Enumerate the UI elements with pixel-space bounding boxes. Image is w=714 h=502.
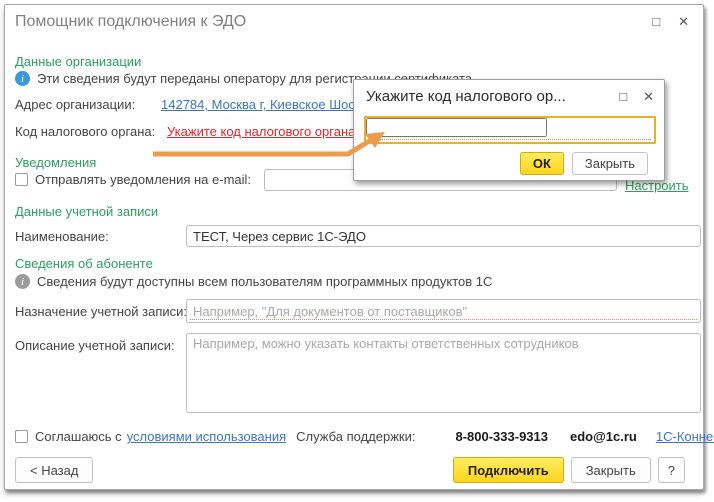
name-field-wrap [186, 225, 701, 247]
required-field-marker [369, 139, 651, 140]
back-button[interactable]: < Назад [15, 457, 93, 483]
popup-ok-button[interactable]: ОК [520, 152, 564, 175]
support-phone: 8-800-333-9313 [455, 429, 548, 444]
connect-button[interactable]: Подключить [453, 457, 564, 483]
popup-close-button[interactable]: Закрыть [572, 152, 648, 175]
description-field-wrap [186, 333, 701, 413]
close-icon[interactable]: ✕ [678, 15, 689, 29]
tax-code-input[interactable] [366, 118, 547, 137]
support-label: Служба поддержки: [296, 429, 415, 444]
maximize-icon[interactable]: □ [652, 15, 660, 29]
tax-code-popup: Укажите код налогового ор... □ ✕ ОК Закр… [353, 79, 665, 181]
info-icon: i [15, 274, 30, 289]
help-button[interactable]: ? [658, 457, 685, 483]
purpose-field-wrap [186, 299, 701, 323]
screen: Помощник подключения к ЭДО □ ✕ Данные ор… [0, 0, 714, 502]
name-label: Наименование: [15, 229, 109, 244]
subscriber-section-header: Сведения об абоненте [15, 256, 153, 271]
email-notifications-checkbox[interactable] [15, 173, 28, 186]
popup-maximize-icon[interactable]: □ [619, 90, 627, 104]
description-label: Описание учетной записи: [15, 338, 175, 353]
email-checkbox-label: Отправлять уведомления на e-mail: [35, 172, 251, 187]
popup-title: Укажите код налогового ор... [366, 88, 566, 105]
account-purpose-input[interactable] [187, 300, 700, 322]
account-name-input[interactable] [187, 226, 700, 246]
1c-connect-link[interactable]: 1С-Коннект [656, 429, 714, 444]
popup-field-wrap [364, 116, 656, 144]
subscriber-info-text: Сведения будут доступны всем пользовател… [37, 274, 492, 289]
org-section-header: Данные организации [15, 54, 141, 69]
account-section-header: Данные учетной записи [15, 204, 158, 219]
notifications-section-header: Уведомления [15, 155, 96, 170]
info-icon: i [15, 71, 30, 86]
agree-terms-checkbox[interactable] [15, 430, 28, 443]
purpose-label: Назначение учетной записи: [15, 304, 187, 319]
address-link[interactable]: 142784, Москва г, Киевское Шос [161, 97, 355, 112]
agree-text: Соглашаюсь с [35, 429, 122, 444]
tax-code-label: Код налогового органа: [15, 124, 167, 139]
tax-code-link[interactable]: Укажите код налогового органа [167, 124, 355, 139]
account-description-textarea[interactable] [187, 334, 700, 412]
edo-assistant-window: Помощник подключения к ЭДО □ ✕ Данные ор… [4, 4, 704, 490]
support-email: edo@1c.ru [570, 429, 637, 444]
terms-link[interactable]: условиями использования [127, 429, 286, 444]
address-label: Адрес организации: [15, 97, 161, 112]
close-button[interactable]: Закрыть [571, 457, 651, 483]
popup-close-icon[interactable]: ✕ [643, 90, 654, 104]
page-title: Помощник подключения к ЭДО [15, 13, 246, 31]
